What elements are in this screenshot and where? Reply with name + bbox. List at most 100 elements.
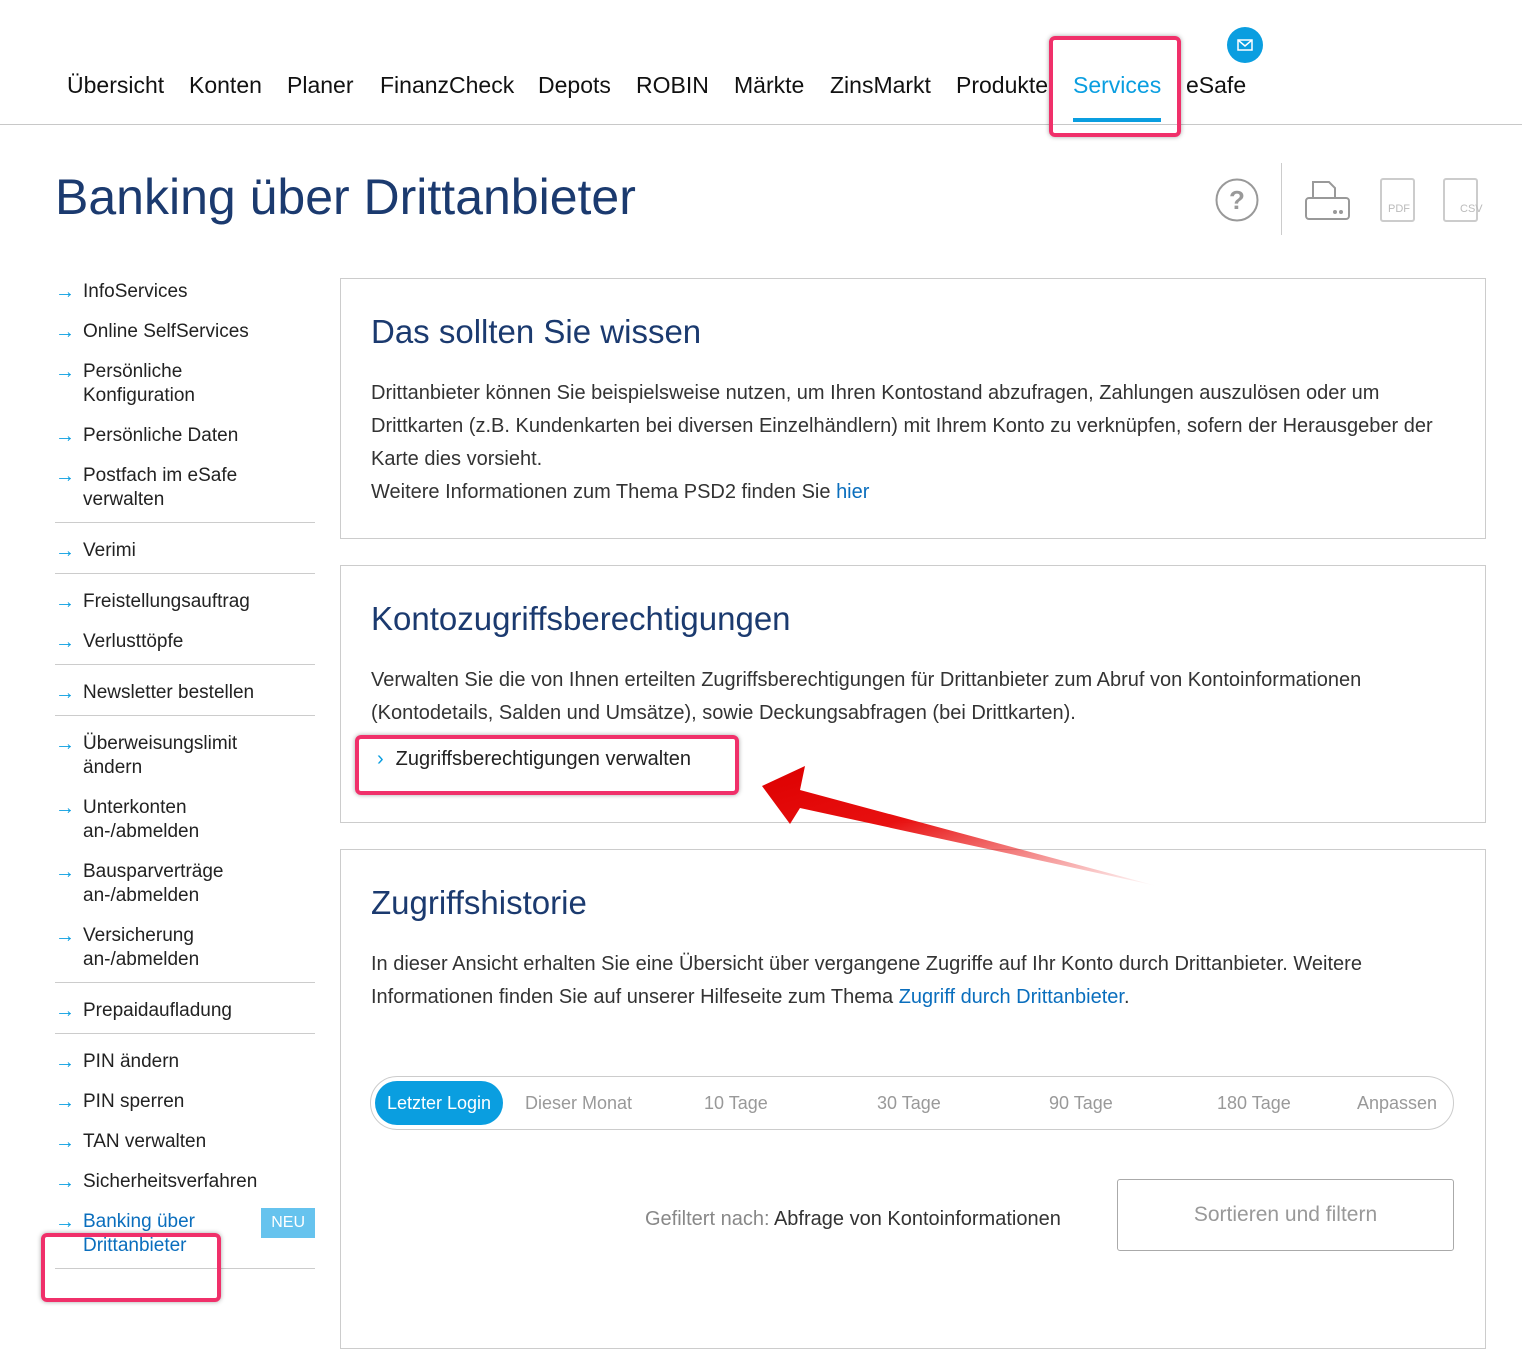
tab-90-tage[interactable]: 90 Tage [1049, 1081, 1113, 1125]
tab-30-tage[interactable]: 30 Tage [877, 1081, 941, 1125]
sidebar-item-label: Online SelfServices [83, 321, 249, 342]
svg-text:?: ? [1229, 185, 1245, 215]
tab-10-tage[interactable]: 10 Tage [704, 1081, 768, 1125]
sidebar-item[interactable]: → Postfach im eSafe verwalten [55, 464, 315, 512]
arrow-right-icon: → [55, 733, 75, 755]
nav-robin[interactable]: ROBIN [636, 72, 709, 99]
sidebar-item[interactable]: → Freistellungsauftrag [55, 590, 315, 614]
filter-status: Gefiltert nach: Abfrage von Kontoinforma… [645, 1208, 1061, 1230]
sidebar-group: → Newsletter bestellen [55, 665, 315, 716]
nav-produkte[interactable]: Produkte [956, 72, 1048, 99]
sidebar-item-label: Persönliche Daten [83, 425, 239, 446]
nav-finanzcheck[interactable]: FinanzCheck [380, 72, 514, 99]
arrow-right-icon: → [55, 1000, 75, 1022]
third-party-access-link[interactable]: Zugriff durch Drittanbieter [899, 986, 1124, 1008]
tab-dieser-monat[interactable]: Dieser Monat [525, 1081, 632, 1125]
sidebar-item-label: Freistellungsauftrag [83, 591, 250, 612]
permissions-card: Kontozugriffsberechtigungen Verwalten Si… [340, 565, 1486, 823]
sidebar-item[interactable]: → Versicherung an-/abmelden [55, 924, 315, 972]
sidebar-item-label: PIN sperren [83, 1091, 185, 1112]
chevron-right-icon: › [377, 748, 384, 770]
nav-konten[interactable]: Konten [189, 72, 262, 99]
info-card-text: Drittanbieter können Sie beispielsweise … [371, 382, 1433, 503]
arrow-right-icon: → [55, 1211, 75, 1233]
sidebar-item-label: Persönliche Konfiguration [83, 361, 195, 406]
manage-permissions-link[interactable]: › Zugriffsberechtigungen verwalten [377, 748, 691, 771]
arrow-right-icon: → [55, 1051, 75, 1073]
history-card-text: In dieser Ansicht erhalten Sie eine Über… [371, 953, 1362, 1008]
sidebar-item[interactable]: → Überweisungslimit ändern [55, 732, 315, 780]
sidebar-group: → Freistellungsauftrag → Verlusttöpfe [55, 574, 315, 665]
arrow-right-icon: → [55, 861, 75, 883]
sidebar-item-label: Bausparverträge an-/abmelden [83, 861, 224, 906]
nav-mrkte[interactable]: Märkte [734, 72, 804, 99]
nav-zinsmarkt[interactable]: ZinsMarkt [830, 72, 931, 99]
psd2-info-link[interactable]: hier [836, 481, 869, 503]
sidebar-item[interactable]: → Bausparverträge an-/abmelden [55, 860, 315, 908]
arrow-right-icon: → [55, 465, 75, 487]
sidebar-item-label: TAN verwalten [83, 1131, 207, 1152]
sort-filter-button[interactable]: Sortieren und filtern [1117, 1179, 1454, 1251]
nav-depots[interactable]: Depots [538, 72, 611, 99]
tab-180-tage[interactable]: 180 Tage [1217, 1081, 1291, 1125]
nav-bersicht[interactable]: Übersicht [67, 72, 164, 99]
top-navigation: Übersicht Konten Planer FinanzCheck Depots RO… [0, 0, 1522, 125]
help-icon[interactable]: ? [1215, 178, 1259, 227]
svg-text:CSV: CSV [1460, 203, 1483, 215]
arrow-right-icon: → [55, 797, 75, 819]
page-title: Banking über Drittanbieter [55, 169, 636, 225]
sidebar-item-label: Versicherung an-/abmelden [83, 925, 200, 970]
sidebar-item-label: Überweisungslimit ändern [83, 733, 238, 778]
permissions-card-title: Kontozugriffsberechtigungen [371, 600, 791, 637]
sidebar-item-label: PIN ändern [83, 1051, 180, 1072]
arrow-right-icon: → [55, 1091, 75, 1113]
sidebar-item[interactable]: → Banking über Drittanbieter NEU [55, 1208, 315, 1258]
sidebar-item[interactable]: → Prepaidaufladung [55, 999, 315, 1023]
sidebar-item[interactable]: → Verlusttöpfe [55, 630, 315, 654]
tab-anpassen[interactable]: Anpassen [1357, 1081, 1437, 1125]
mail-notification-icon[interactable] [1227, 27, 1263, 63]
svg-text:PDF: PDF [1388, 203, 1410, 215]
sidebar-item[interactable]: → PIN sperren [55, 1090, 315, 1114]
sidebar-item-label: Newsletter bestellen [83, 682, 255, 703]
sidebar-group: → PIN ändern → PIN sperren → TAN verwalten → Si… [55, 1034, 315, 1269]
arrow-right-icon: → [55, 425, 75, 447]
sidebar: → InfoServices → Online SelfServices → Persön… [55, 278, 315, 1269]
sidebar-item-label: Postfach im eSafe verwalten [83, 465, 238, 510]
sidebar-item[interactable]: → TAN verwalten [55, 1130, 315, 1154]
sidebar-item[interactable]: → Verimi [55, 539, 315, 563]
sidebar-item-label: InfoServices [83, 281, 188, 302]
sidebar-item[interactable]: → Persönliche Daten [55, 424, 315, 448]
sidebar-item-label: Banking über Drittanbieter [83, 1211, 195, 1256]
sidebar-item-label: Verlusttöpfe [83, 631, 184, 652]
arrow-right-icon: → [55, 1131, 75, 1153]
arrow-right-icon: → [55, 321, 75, 343]
time-range-tabs: Letzter Login Dieser Monat 10 Tage 30 Tage 9… [370, 1076, 1454, 1130]
arrow-right-icon: → [55, 361, 75, 383]
pdf-export-icon[interactable]: PDF [1380, 178, 1416, 229]
info-card: Das sollten Sie wissen Drittanbieter kön… [340, 278, 1486, 539]
sidebar-item[interactable]: → InfoServices [55, 280, 315, 304]
info-card-title: Das sollten Sie wissen [371, 313, 702, 350]
permissions-card-text: Verwalten Sie die von Ihnen erteilten Zu… [371, 669, 1362, 724]
sidebar-item-label: Unterkonten an-/abmelden [83, 797, 200, 842]
csv-export-icon[interactable]: CSV [1443, 178, 1487, 229]
sidebar-item-label: Verimi [83, 540, 136, 561]
sidebar-group: → InfoServices → Online SelfServices → Persön… [55, 278, 315, 523]
toolbar-divider [1281, 163, 1282, 235]
nav-planer[interactable]: Planer [287, 72, 353, 99]
sidebar-item[interactable]: → PIN ändern [55, 1050, 315, 1074]
nav-services[interactable]: Services [1073, 72, 1162, 122]
arrow-right-icon: → [55, 540, 75, 562]
sidebar-group: → Überweisungslimit ändern → Unterkonten an… [55, 716, 315, 983]
sidebar-item[interactable]: → Persönliche Konfiguration [55, 360, 315, 408]
sidebar-item[interactable]: → Unterkonten an-/abmelden [55, 796, 315, 844]
sidebar-item[interactable]: → Newsletter bestellen [55, 681, 315, 705]
nav-esafe[interactable]: eSafe [1186, 72, 1246, 99]
tab-letzter-login[interactable]: Letzter Login [375, 1081, 504, 1125]
sidebar-item[interactable]: → Sicherheitsverfahren [55, 1170, 315, 1194]
sidebar-item[interactable]: → Online SelfServices [55, 320, 315, 344]
print-icon[interactable] [1305, 180, 1351, 227]
arrow-right-icon: → [55, 1171, 75, 1193]
arrow-right-icon: → [55, 591, 75, 613]
